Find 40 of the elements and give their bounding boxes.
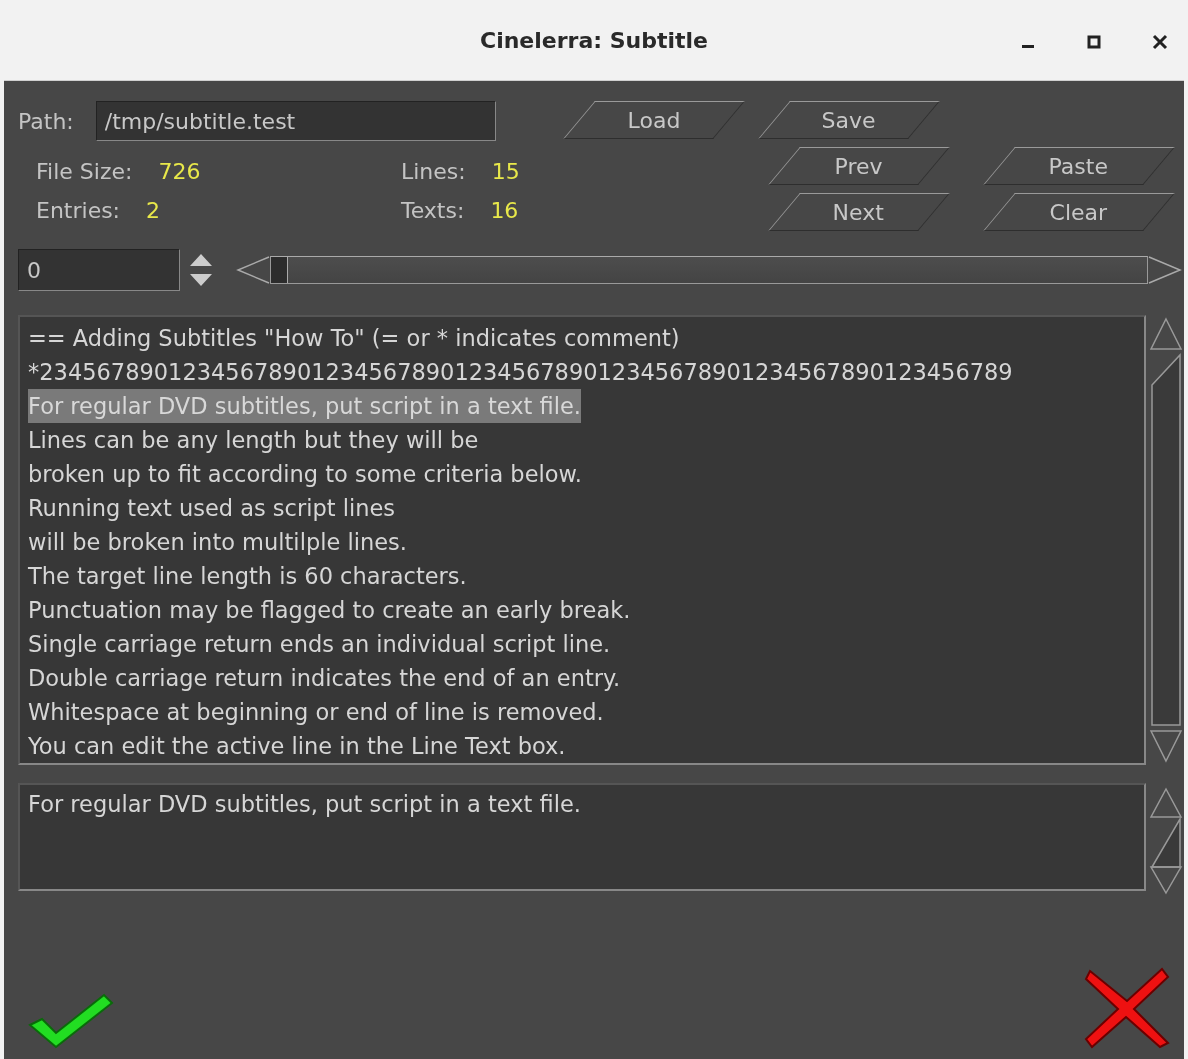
script-line[interactable]: == Adding Subtitles "How To" (= or * indicates comment) [28,321,680,355]
path-field[interactable]: /tmp/subtitle.test [95,101,496,141]
position-slider[interactable] [270,256,1148,284]
line-text-box[interactable]: For regular DVD subtitles, put script in a text file. [18,783,1146,891]
window-title: Cinelerra: Subtitle [480,27,708,53]
script-line[interactable]: The target line length is 60 characters. [28,559,467,593]
close-icon[interactable] [1152,34,1168,50]
stat-value: 15 [491,159,520,184]
stat-label: File Size: [36,159,133,184]
up-down-arrows-icon[interactable] [188,252,214,288]
prev-button[interactable]: Prev [768,147,950,185]
clear-button[interactable]: Clear [983,193,1175,231]
script-line[interactable]: *23456789012345678901234567890123456789012345678901234567890123456789 [28,355,1013,389]
script-line[interactable]: Whitespace at beginning or end of line is removed. [28,695,604,729]
maximize-icon[interactable] [1086,34,1102,50]
stat-value: 16 [490,198,519,223]
script-line[interactable]: broken up to fit according to some criteria below. [28,457,582,491]
save-button[interactable]: Save [758,101,940,139]
stat-label: Entries: [36,198,121,223]
stat-label: Texts: [401,198,465,223]
script-line[interactable]: Single carriage return ends an individual script line. [28,627,611,661]
stat-label: Lines: [401,159,466,184]
path-label: Path: [18,108,74,134]
cancel-x-icon[interactable] [1084,967,1170,1049]
next-button[interactable]: Next [768,193,950,231]
script-line[interactable]: Running text used as script lines [28,491,395,525]
scrollbar[interactable] [1148,315,1184,763]
stat-value: 726 [158,159,201,184]
stat-value: 2 [146,198,161,223]
scrollbar[interactable] [1148,787,1184,895]
script-text-area[interactable] [18,315,1146,765]
script-line[interactable]: will be broken into multilple lines. [28,525,407,559]
paste-button[interactable]: Paste [983,147,1175,185]
script-line[interactable]: Lines can be any length but they will be [28,423,479,457]
script-line[interactable]: Double carriage return indicates the end of an entry. [28,661,621,695]
ok-check-icon[interactable] [28,991,114,1049]
position-field[interactable]: 0 [18,249,180,291]
script-line[interactable]: Punctuation may be flagged to create an early break. [28,593,631,627]
load-button[interactable]: Load [563,101,745,139]
script-line[interactable]: You can edit the active line in the Line Text box. [28,729,566,763]
